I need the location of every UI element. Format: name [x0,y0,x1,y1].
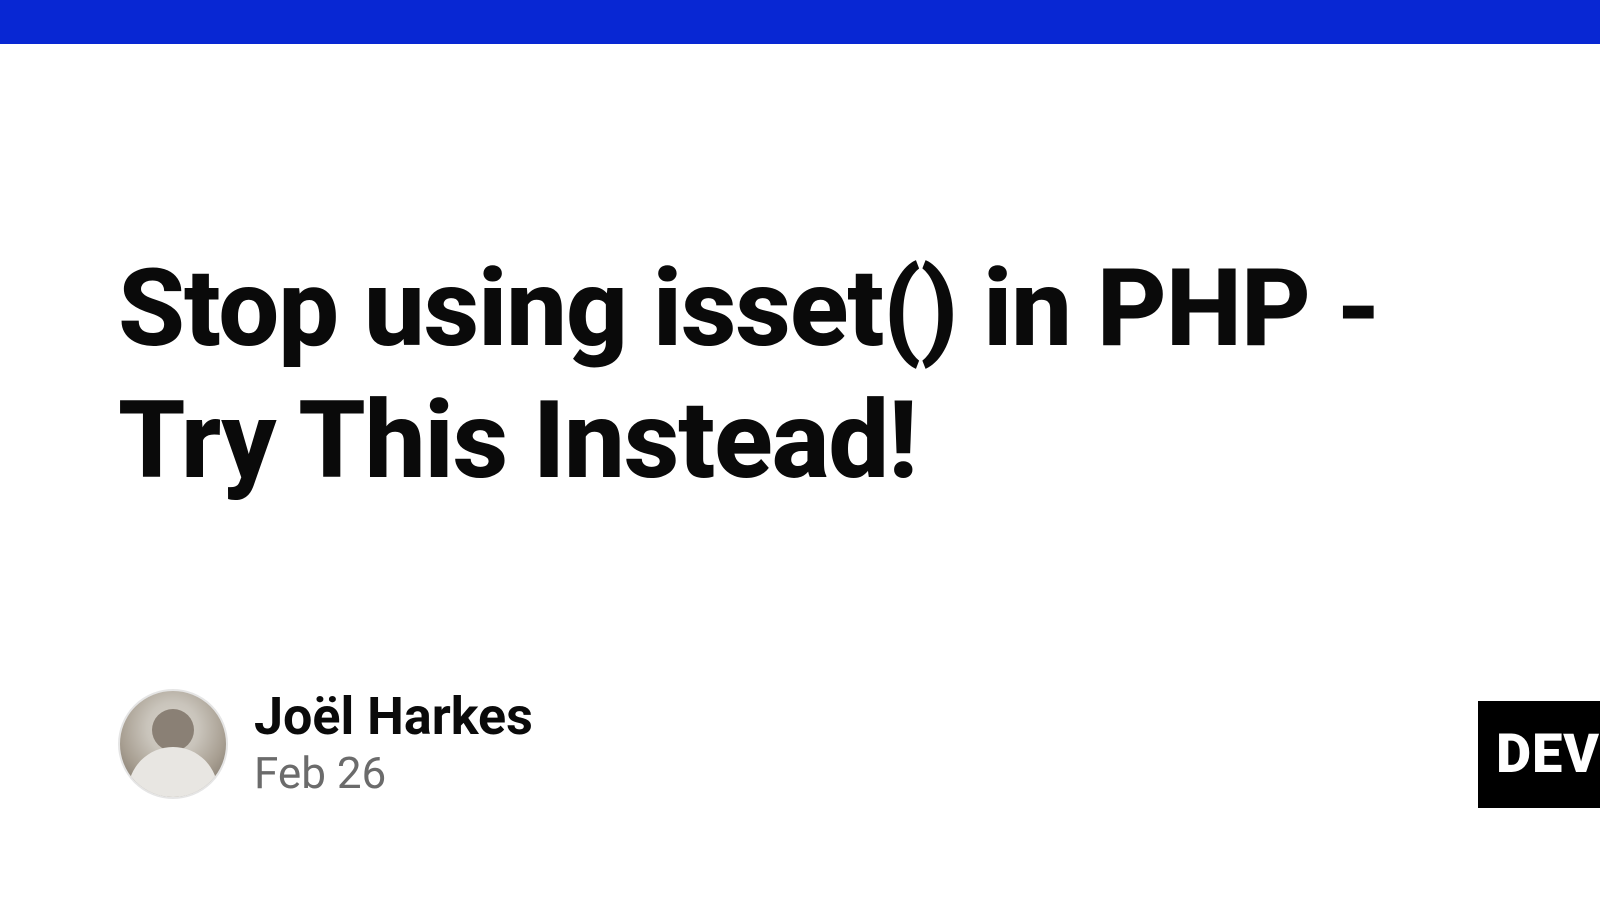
article-title: Stop using isset() in PHP - Try This Ins… [118,244,1482,508]
author-name: Joël Harkes [254,688,533,745]
author-byline: Joël Harkes Feb 26 [118,688,533,800]
dev-logo-badge: DEV [1478,701,1600,808]
author-text-block: Joël Harkes Feb 26 [254,688,533,800]
post-date: Feb 26 [254,747,533,800]
author-avatar [118,689,228,799]
top-accent-bar [0,0,1600,44]
content-area: Stop using isset() in PHP - Try This Ins… [0,44,1600,508]
